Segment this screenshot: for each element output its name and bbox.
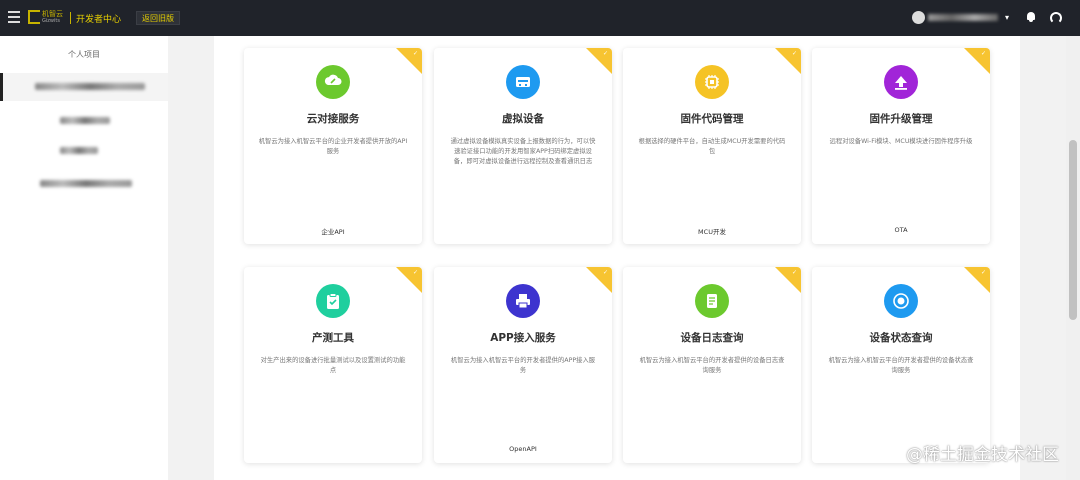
check-icon: ✓ (412, 269, 418, 276)
card-description: 对生产出来的设备进行批量测试以及设置测试的功能点 (260, 357, 406, 374)
check-icon: ✓ (412, 50, 418, 57)
card-title: 设备日志查询 (680, 332, 744, 344)
card-description: 机智云为接入机智云平台的开发者提供的设备状态查询服务 (828, 357, 974, 374)
chevron-down-icon: ▾ (1005, 13, 1010, 22)
upload-icon (884, 65, 918, 99)
corner-ribbon (964, 267, 990, 293)
cloud-link-icon (316, 65, 350, 99)
user-menu[interactable]: ▾ (912, 10, 1012, 26)
card-title: 固件代码管理 (680, 113, 744, 125)
developer-center-title: 开发者中心 (76, 15, 122, 25)
card-tag: MCU开发 (698, 228, 726, 236)
card-description: 机智云为接入机智云平台的企业开发者提供开放的API服务 (258, 138, 408, 155)
virtual-device-icon (506, 65, 540, 99)
printer-icon (506, 284, 540, 318)
logo-subtext: Gizwits (42, 18, 60, 24)
service-card[interactable]: ✓ APP接入服务机智云为接入机智云平台的开发者提供的APP接入服务 OpenAPI (434, 267, 612, 463)
service-card[interactable]: ✓ 固件升级管理远程对设备Wi-Fi模块、MCU模块进行固件程序升级 OTA (812, 48, 990, 244)
service-card[interactable]: ✓ 设备日志查询机智云为接入机智云平台的开发者提供的设备日志查询服务 (623, 267, 801, 463)
service-card[interactable]: ✓ 虚拟设备通过虚拟设备模拟真实设备上报数据的行为，可以快速验证接口功能的开发用智… (434, 48, 612, 244)
bell-icon[interactable] (1026, 12, 1036, 23)
menu-icon[interactable] (8, 11, 20, 23)
check-icon: ✓ (791, 269, 797, 276)
sidebar-item-project[interactable] (0, 137, 168, 165)
service-card[interactable]: ✓ 固件代码管理根据选择的硬件平台，自动生成MCU开发需要的代码包 MCU开发 (623, 48, 801, 244)
top-bar: 机智云 Gizwits 开发者中心 返回旧版 ▾ (0, 0, 1080, 36)
sidebar-item-project[interactable] (0, 170, 168, 198)
check-icon: ✓ (980, 50, 986, 57)
log-icon (695, 284, 729, 318)
scroll-thumb[interactable] (1069, 140, 1077, 320)
divider (70, 12, 71, 24)
card-tag: 企业API (321, 228, 345, 236)
avatar (912, 11, 925, 24)
check-icon: ✓ (602, 50, 608, 57)
username-blurred (928, 14, 998, 21)
card-tag: OpenAPI (509, 445, 537, 453)
sidebar-item-project[interactable] (0, 107, 168, 135)
card-description: 根据选择的硬件平台，自动生成MCU开发需要的代码包 (638, 138, 786, 155)
headset-icon[interactable] (1050, 12, 1062, 24)
card-title: 虚拟设备 (502, 113, 544, 125)
sidebar-title: 个人项目 (68, 50, 100, 59)
corner-ribbon (775, 48, 801, 74)
watermark: @稀土掘金技术社区 (906, 445, 1059, 465)
card-description: 通过虚拟设备模拟真实设备上报数据的行为，可以快速验证接口功能的开发用智家APP扫… (450, 138, 596, 165)
sidebar-item-project[interactable] (0, 73, 168, 101)
card-description: 机智云为接入机智云平台的开发者提供的APP接入服务 (450, 357, 596, 374)
logo[interactable]: 机智云 Gizwits (28, 10, 68, 26)
card-title: APP接入服务 (490, 332, 556, 344)
corner-ribbon (964, 48, 990, 74)
corner-ribbon (396, 48, 422, 74)
corner-ribbon (586, 48, 612, 74)
card-description: 机智云为接入机智云平台的开发者提供的设备日志查询服务 (639, 357, 785, 374)
return-old-version-button[interactable]: 返回旧版 (136, 11, 180, 25)
card-tag: OTA (894, 226, 908, 234)
card-title: 设备状态查询 (869, 332, 933, 344)
sidebar: 个人项目 (0, 36, 168, 480)
card-title: 云对接服务 (306, 113, 360, 125)
check-icon: ✓ (602, 269, 608, 276)
corner-ribbon (396, 267, 422, 293)
chip-icon (695, 65, 729, 99)
corner-ribbon (586, 267, 612, 293)
check-icon: ✓ (791, 50, 797, 57)
card-description: 远程对设备Wi-Fi模块、MCU模块进行固件程序升级 (829, 138, 973, 145)
card-title: 产测工具 (312, 332, 354, 344)
card-title: 固件升级管理 (869, 113, 933, 125)
clipboard-check-icon (316, 284, 350, 318)
service-card[interactable]: ✓ 产测工具对生产出来的设备进行批量测试以及设置测试的功能点 (244, 267, 422, 463)
check-icon: ✓ (980, 269, 986, 276)
service-card[interactable]: ✓ 设备状态查询机智云为接入机智云平台的开发者提供的设备状态查询服务 (812, 267, 990, 463)
service-card[interactable]: ✓ 云对接服务机智云为接入机智云平台的企业开发者提供开放的API服务企业API (244, 48, 422, 244)
scrollbar[interactable] (1066, 36, 1080, 480)
status-icon (884, 284, 918, 318)
corner-ribbon (775, 267, 801, 293)
